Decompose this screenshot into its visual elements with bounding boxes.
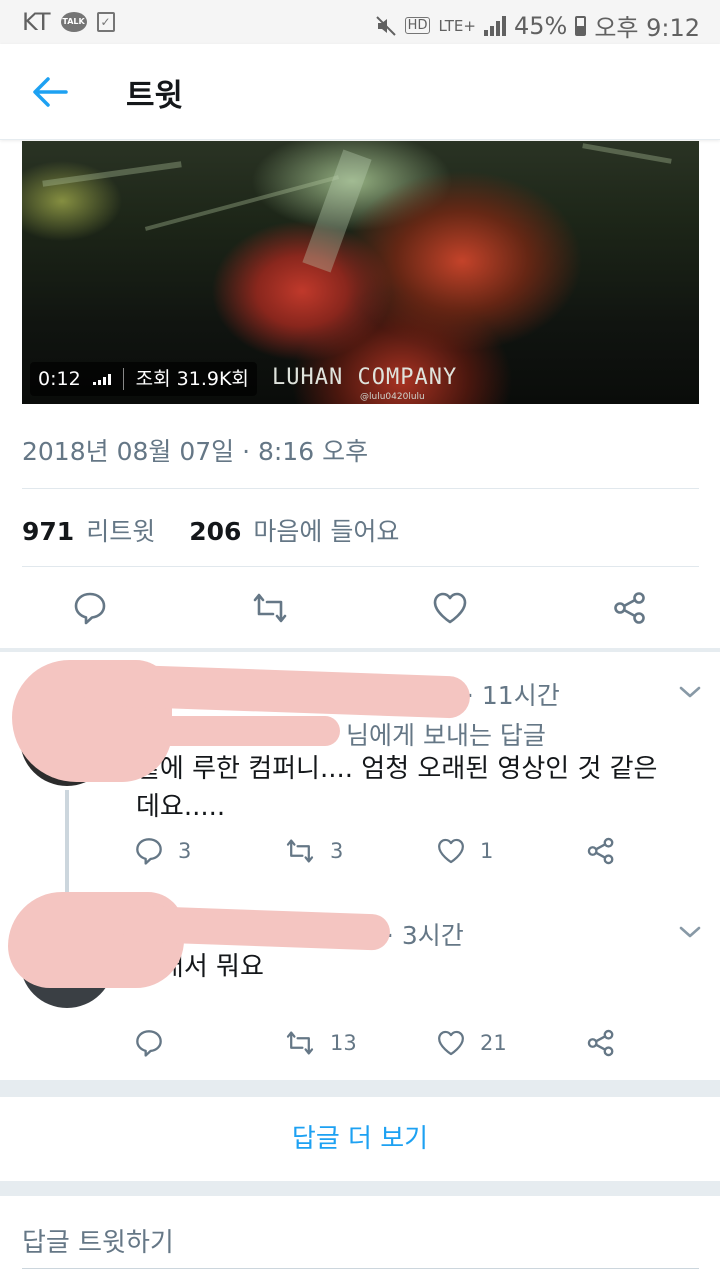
reply-icon xyxy=(74,592,106,625)
carrier-label: KT xyxy=(22,8,51,36)
reply-action-bar: 13 21 xyxy=(0,1028,720,1068)
heart-icon xyxy=(438,838,464,864)
like-count: 21 xyxy=(480,1031,507,1055)
back-button[interactable] xyxy=(30,74,70,110)
reply-reply-button[interactable]: 3 xyxy=(134,836,191,866)
retweet-count: 13 xyxy=(330,1031,357,1055)
reply-share-button[interactable] xyxy=(586,836,616,866)
video-views: 조회 31.9K회 xyxy=(135,368,249,390)
reply-reply-button[interactable] xyxy=(134,1028,164,1058)
back-arrow-icon xyxy=(33,77,68,107)
reply-icon xyxy=(136,1030,162,1057)
reply-icon xyxy=(136,838,162,865)
tweet-timestamp: 2018년 08월 07일 · 8:16 오후 xyxy=(22,437,369,466)
tweet-action-bar xyxy=(0,585,720,635)
section-divider xyxy=(0,1181,720,1196)
retweet-icon xyxy=(253,593,287,623)
share-icon xyxy=(587,1029,614,1057)
battery-percent: 45% xyxy=(513,11,568,40)
divider xyxy=(22,566,699,567)
network-type: LTE+ xyxy=(438,16,476,35)
more-replies-button[interactable]: 답글 더 보기 xyxy=(0,1097,720,1181)
reply-like-button[interactable]: 21 xyxy=(436,1028,507,1058)
reply-count: 3 xyxy=(178,839,192,863)
reply-time: · 3시간 xyxy=(386,921,464,950)
reply-tweet[interactable]: · 3시간 그래서 뭐요 13 21 xyxy=(0,892,720,1080)
hd-icon: HD xyxy=(404,17,431,34)
reply-time: · 11시간 xyxy=(466,681,560,710)
reply-action-bar: 3 3 1 xyxy=(0,836,720,876)
compose-placeholder: 답글 트윗하기 xyxy=(22,1228,174,1258)
reply-text-line: 데요..... xyxy=(136,792,226,822)
chevron-down-icon[interactable] xyxy=(678,922,702,942)
redaction-mark xyxy=(60,716,340,746)
clock: 오후 9:12 xyxy=(594,14,700,42)
video-player[interactable]: 0:12 조회 31.9K회 LUHAN COMPANY @lulu0420lu… xyxy=(22,141,699,404)
video-watermark: LUHAN COMPANY xyxy=(272,365,458,390)
chevron-down-icon[interactable] xyxy=(678,682,702,702)
tweet-stats: 971 리트윗 206 마음에 들어요 xyxy=(22,512,399,548)
video-watermark-handle: @lulu0420lulu xyxy=(360,392,425,402)
volume-bars-icon xyxy=(92,373,111,385)
video-info-pill: 0:12 조회 31.9K회 xyxy=(30,362,257,396)
like-label[interactable]: 마음에 들어요 xyxy=(253,512,399,548)
reply-to-label: 님에게 보내는 답글 xyxy=(346,721,546,750)
share-button[interactable] xyxy=(610,585,650,631)
battery-icon xyxy=(575,15,587,36)
compose-reply-field[interactable]: 답글 트윗하기 xyxy=(0,1196,720,1280)
reply-button[interactable] xyxy=(70,585,110,631)
retweet-icon xyxy=(286,839,314,863)
signal-icon xyxy=(483,15,506,36)
reply-tweet[interactable]: · 11시간 님에게 보내는 답글 밑에 루한 컴퍼니.... 엄청 오래된 영… xyxy=(0,652,720,896)
heart-icon xyxy=(438,1030,464,1056)
top-bar: 트윗 xyxy=(0,44,720,140)
page-title: 트윗 xyxy=(126,78,184,114)
status-bar: KT TALK ✓ HD LTE+ 45% 오후 9:12 xyxy=(0,0,720,44)
reply-text-line: 밑에 루한 컴퍼니.... 엄청 오래된 영상인 것 같은 xyxy=(136,754,658,784)
retweet-count: 3 xyxy=(330,839,344,863)
like-count: 1 xyxy=(480,839,494,863)
talk-icon: TALK xyxy=(60,12,87,32)
retweet-count[interactable]: 971 xyxy=(22,517,74,546)
checklist-icon: ✓ xyxy=(96,12,115,32)
video-duration: 0:12 xyxy=(38,368,81,390)
retweet-button[interactable] xyxy=(250,585,290,631)
like-count[interactable]: 206 xyxy=(189,517,241,546)
retweet-icon xyxy=(286,1031,314,1055)
mute-icon xyxy=(375,15,396,36)
reply-retweet-button[interactable]: 13 xyxy=(284,1028,357,1058)
heart-icon xyxy=(433,592,467,624)
share-icon xyxy=(587,837,614,865)
like-button[interactable] xyxy=(430,585,470,631)
reply-retweet-button[interactable]: 3 xyxy=(284,836,343,866)
retweet-label[interactable]: 리트윗 xyxy=(86,512,155,548)
reply-share-button[interactable] xyxy=(586,1028,616,1058)
reply-like-button[interactable]: 1 xyxy=(436,836,493,866)
divider xyxy=(22,488,699,489)
compose-underline xyxy=(22,1268,699,1269)
section-divider xyxy=(0,1080,720,1097)
share-icon xyxy=(614,592,645,624)
